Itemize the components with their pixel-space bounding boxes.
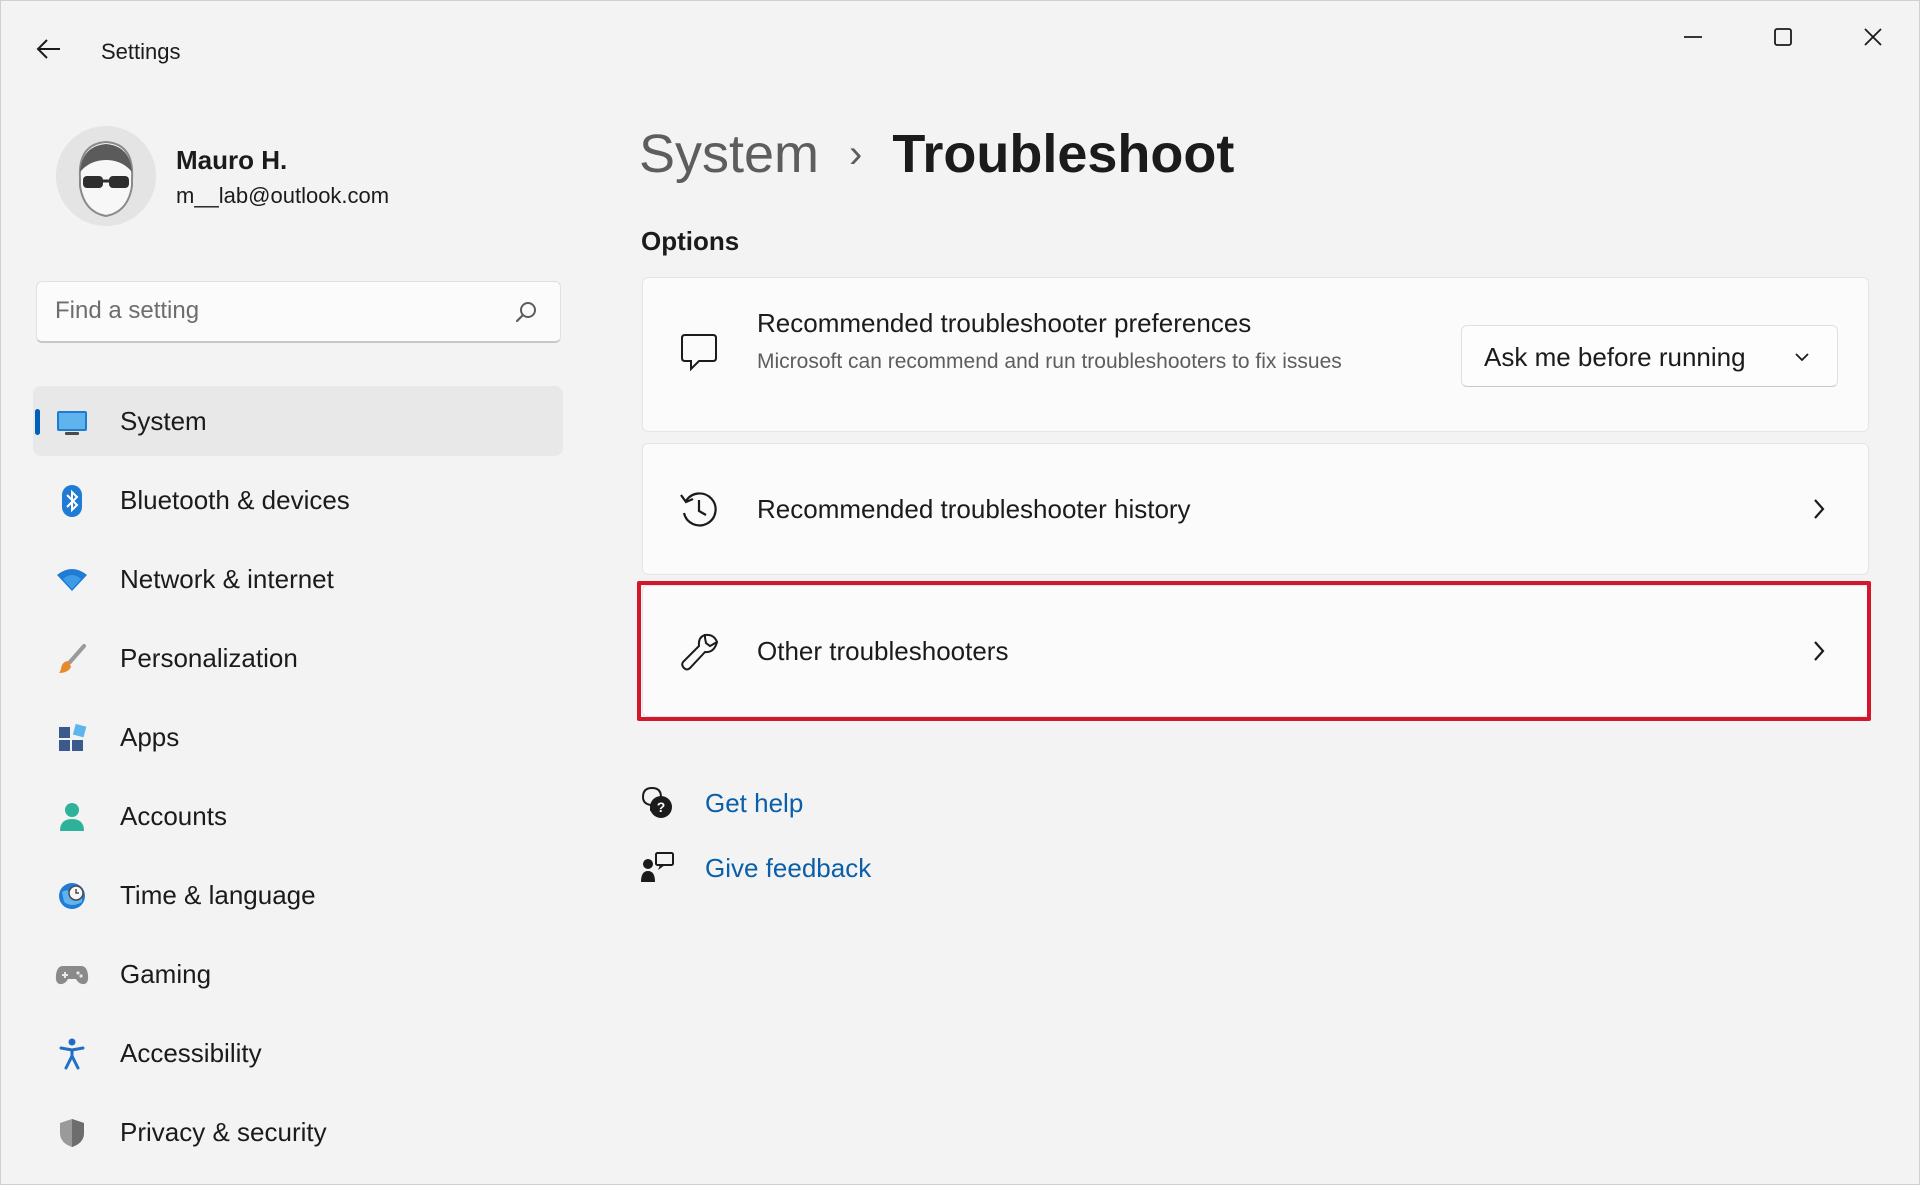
give-feedback-link[interactable]: Give feedback — [639, 846, 871, 890]
sidebar-item-gaming[interactable]: Gaming — [33, 939, 563, 1009]
give-feedback-label: Give feedback — [705, 852, 872, 883]
minimize-button[interactable] — [1663, 15, 1723, 59]
breadcrumb-parent[interactable]: System — [639, 123, 819, 185]
get-help-link[interactable]: ? Get help — [639, 781, 803, 825]
dropdown-value: Ask me before running — [1484, 342, 1746, 372]
get-help-label: Get help — [705, 787, 804, 818]
sidebar-item-label: Accounts — [120, 800, 227, 831]
accessibility-icon — [55, 1037, 89, 1071]
sidebar-item-label: Time & language — [120, 879, 316, 910]
feedback-icon — [639, 850, 675, 886]
sidebar-item-label: Network & internet — [120, 563, 334, 594]
close-button[interactable] — [1843, 15, 1903, 59]
sidebar-item-apps[interactable]: Apps — [33, 702, 563, 772]
search-input[interactable] — [55, 282, 495, 340]
avatar[interactable] — [56, 126, 156, 226]
get-help-icon: ? — [639, 785, 675, 821]
sidebar-item-label: Gaming — [120, 958, 212, 989]
wrench-icon — [677, 630, 721, 674]
card-title: Other troubleshooters — [757, 636, 1009, 666]
user-email: m__lab@outlook.com — [176, 183, 390, 208]
sidebar-item-system[interactable]: System — [33, 386, 563, 456]
history-icon — [677, 488, 721, 532]
shield-icon — [55, 1116, 89, 1150]
maximize-button[interactable] — [1753, 15, 1813, 59]
troubleshooter-history-card[interactable]: Recommended troubleshooter history — [642, 443, 1869, 575]
sidebar-item-label: Accessibility — [120, 1037, 262, 1068]
sidebar-nav: System Bluetooth & devices Network & int… — [33, 386, 563, 1176]
breadcrumb: System › Troubleshoot — [639, 119, 1234, 189]
chevron-right-icon — [1808, 494, 1830, 524]
globe-clock-icon — [55, 879, 89, 913]
options-heading: Options — [641, 226, 740, 256]
user-avatar-icon — [56, 126, 156, 226]
troubleshooter-preference-dropdown[interactable]: Ask me before running — [1461, 325, 1838, 387]
close-icon — [1864, 28, 1882, 46]
app-title: Settings — [101, 39, 181, 64]
search-icon[interactable] — [512, 298, 540, 326]
sidebar-item-bluetooth[interactable]: Bluetooth & devices — [33, 465, 563, 535]
chevron-down-icon — [1795, 353, 1809, 362]
sidebar-item-label: Privacy & security — [120, 1116, 327, 1147]
title-bar: Settings — [1, 1, 1919, 101]
search-box — [36, 281, 561, 343]
card-title: Recommended troubleshooter preferences — [757, 308, 1252, 338]
card-description: Microsoft can recommend and run troubles… — [757, 350, 1342, 373]
bluetooth-icon — [55, 484, 89, 518]
apps-icon — [55, 721, 89, 755]
sidebar-item-label: Apps — [120, 721, 180, 752]
sidebar-item-personalization[interactable]: Personalization — [33, 623, 563, 693]
settings-window: Settings Mauro H. m__lab@outlook.com Fin… — [0, 0, 1920, 1185]
minimize-icon — [1684, 36, 1702, 38]
sidebar-item-accounts[interactable]: Accounts — [33, 781, 563, 851]
chevron-right-icon — [1808, 636, 1830, 666]
other-troubleshooters-card[interactable]: Other troubleshooters — [642, 585, 1869, 717]
chat-bubble-icon — [677, 330, 721, 374]
card-title: Recommended troubleshooter history — [757, 494, 1191, 524]
person-icon — [55, 800, 89, 834]
sidebar-item-label: Personalization — [120, 642, 298, 673]
sidebar-item-network[interactable]: Network & internet — [33, 544, 563, 614]
monitor-icon — [55, 405, 89, 439]
sidebar-item-label: System — [120, 405, 207, 436]
sidebar-item-accessibility[interactable]: Accessibility — [33, 1018, 563, 1088]
brush-icon — [55, 642, 89, 676]
gamepad-icon — [55, 958, 89, 992]
back-arrow-icon — [36, 39, 60, 59]
svg-text:?: ? — [657, 799, 666, 815]
sidebar-item-privacy-security[interactable]: Privacy & security — [33, 1097, 563, 1167]
sidebar-item-label: Bluetooth & devices — [120, 484, 350, 515]
active-indicator — [35, 409, 40, 435]
page-title: Troubleshoot — [892, 124, 1235, 184]
sidebar-item-time-language[interactable]: Time & language — [33, 860, 563, 930]
back-button[interactable] — [31, 31, 67, 67]
maximize-icon — [1774, 28, 1792, 46]
user-name: Mauro H. — [176, 145, 288, 175]
breadcrumb-separator: › — [849, 131, 863, 176]
wifi-icon — [55, 563, 89, 597]
